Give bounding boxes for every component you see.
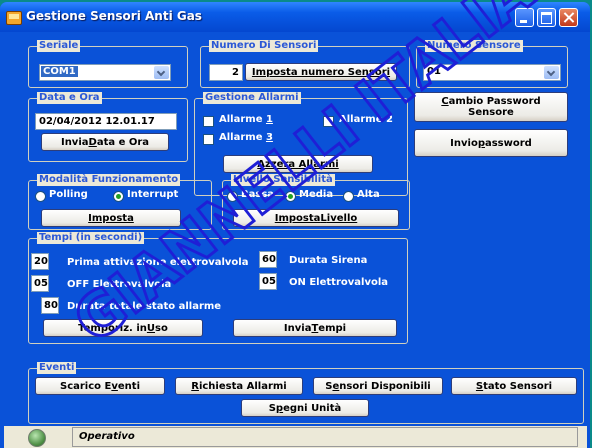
allarme2-label[interactable]: Allarme 2 <box>339 114 393 125</box>
close-button[interactable] <box>559 8 578 27</box>
allarme1-label[interactable]: Allarme 1 <box>219 114 273 125</box>
invia-data-ora-prefix: Invia <box>60 136 89 148</box>
allarme3-label[interactable]: Allarme 3 <box>219 132 273 143</box>
imposta-numero-sensori-label: Imposta numero Sensori <box>251 66 391 78</box>
group-data-ora-legend: Data e Ora <box>37 92 102 104</box>
group-numero-sensori-legend: Numero Di Sensori <box>209 40 319 52</box>
group-livello-legend: Livello Sensibilità <box>231 174 335 186</box>
group-numero-sensori: Numero Di Sensori 2 Imposta numero Senso… <box>200 40 410 88</box>
seriale-value: COM1 <box>41 66 78 77</box>
azzera-allarmi-mnemonic: A <box>257 158 266 170</box>
durata-sirena-label: Durata Sirena <box>289 255 368 266</box>
cambio-password-button[interactable]: Cambio Password Sensore <box>414 92 568 122</box>
invia-data-ora-suffix: ata e Ora <box>96 136 150 148</box>
numero-sensore-value: 01 <box>427 66 441 77</box>
azzera-allarmi-suffix: zzera Allarmi <box>265 158 339 170</box>
group-tempi: Tempi (in secondi) 20 Prima attivazione … <box>28 232 408 344</box>
stato-sensori-button[interactable]: Stato Sensori <box>451 377 577 395</box>
on-elettrovalvola-field[interactable]: 05 <box>259 273 277 290</box>
group-modalita-legend: Modalità Funzionamento <box>37 174 181 186</box>
status-bar: Operativo <box>4 426 587 448</box>
bassa-label[interactable]: Bassa <box>241 189 274 200</box>
group-tempi-legend: Tempi (in secondi) <box>37 232 145 244</box>
allarme2-checkbox[interactable] <box>323 116 334 127</box>
app-window: Gestione Sensori Anti Gas Seriale COM1 N… <box>0 2 590 448</box>
durata-totale-label: Durata totale stato allarme <box>67 301 222 312</box>
group-numero-sensore-legend: Numero Sensore <box>425 40 523 52</box>
imposta-livello-button[interactable]: Imposta Livello <box>233 209 399 227</box>
alta-radio[interactable] <box>343 191 354 202</box>
group-gestione-allarmi-legend: Gestione Allarmi <box>203 92 301 104</box>
status-led-icon <box>28 429 46 447</box>
group-livello: Livello Sensibilità Bassa Media Alta Imp… <box>222 174 410 230</box>
group-seriale-legend: Seriale <box>37 40 81 52</box>
group-modalita: Modalità Funzionamento Polling Interrupt… <box>28 174 212 230</box>
scarico-eventi-button[interactable]: Scarico Ev enti <box>35 377 165 395</box>
media-label[interactable]: Media <box>299 189 333 200</box>
group-eventi-legend: Eventi <box>37 362 77 374</box>
richiesta-allarmi-button[interactable]: Richiesta Allarmi <box>175 377 303 395</box>
prima-attivazione-field[interactable]: 20 <box>31 253 49 270</box>
polling-label[interactable]: Polling <box>49 189 88 200</box>
minimize-button[interactable] <box>515 8 534 27</box>
allarme1-checkbox[interactable] <box>203 116 214 127</box>
cambio-password-line2: Sensore <box>468 107 514 118</box>
sensori-disponibili-button[interactable]: Se nsori Disponibili <box>313 377 443 395</box>
chevron-down-icon[interactable] <box>544 66 559 79</box>
on-elettrovalvola-label: ON Elettrovalvola <box>289 277 389 288</box>
data-ora-field[interactable]: 02/04/2012 12.01.17 <box>35 113 177 130</box>
group-eventi: Eventi Scarico Ev enti Richiesta Allarmi … <box>28 362 584 424</box>
app-icon <box>6 11 22 25</box>
alta-label[interactable]: Alta <box>357 189 380 200</box>
temporiz-in-uso-button[interactable]: Temporiz. in Uso <box>43 319 203 337</box>
allarme3-checkbox[interactable] <box>203 134 214 145</box>
numero-sensori-field[interactable]: 2 <box>209 64 243 81</box>
invia-data-ora-button[interactable]: Invia Data e Ora <box>41 133 169 151</box>
durata-totale-field[interactable]: 80 <box>41 297 59 314</box>
prima-attivazione-label: Prima attivazione elettrovalvola <box>67 257 249 268</box>
client-area: Seriale COM1 Numero Di Sensori 2 Imposta… <box>4 32 587 448</box>
group-data-ora: Data e Ora 02/04/2012 12.01.17 Invia Dat… <box>28 92 188 162</box>
interrupt-radio[interactable] <box>113 191 124 202</box>
durata-sirena-field[interactable]: 60 <box>259 251 277 268</box>
imposta-modalita-button[interactable]: Imposta <box>41 209 181 227</box>
window-title: Gestione Sensori Anti Gas <box>26 9 202 23</box>
interrupt-label[interactable]: Interrupt <box>127 189 178 200</box>
imposta-numero-sensori-button[interactable]: Imposta numero Sensori <box>245 63 397 81</box>
spegni-unita-button[interactable]: Sp egni Unità <box>241 399 369 417</box>
invia-tempi-button[interactable]: Invia Tempi <box>233 319 397 337</box>
title-bar[interactable]: Gestione Sensori Anti Gas <box>0 2 590 32</box>
chevron-down-icon[interactable] <box>154 66 169 79</box>
polling-radio[interactable] <box>35 191 46 202</box>
group-numero-sensore: Numero Sensore 01 <box>416 40 568 88</box>
numero-sensore-combo[interactable]: 01 <box>423 64 561 81</box>
seriale-combo[interactable]: COM1 <box>39 64 171 81</box>
off-elettrovalvola-label: OFF Elettrovalvola <box>67 279 172 290</box>
status-text: Operativo <box>72 427 578 447</box>
invia-data-ora-mnemonic: D <box>88 136 97 148</box>
off-elettrovalvola-field[interactable]: 05 <box>31 275 49 292</box>
group-seriale: Seriale COM1 <box>28 40 188 88</box>
bassa-radio[interactable] <box>227 191 238 202</box>
invio-password-button[interactable]: Invio p assword <box>414 129 568 157</box>
azzera-allarmi-button[interactable]: Azzera Allarmi <box>223 155 373 173</box>
media-radio[interactable] <box>285 191 296 202</box>
maximize-button[interactable] <box>537 8 556 27</box>
cambio-password-line1: Cambio Password <box>441 96 541 107</box>
